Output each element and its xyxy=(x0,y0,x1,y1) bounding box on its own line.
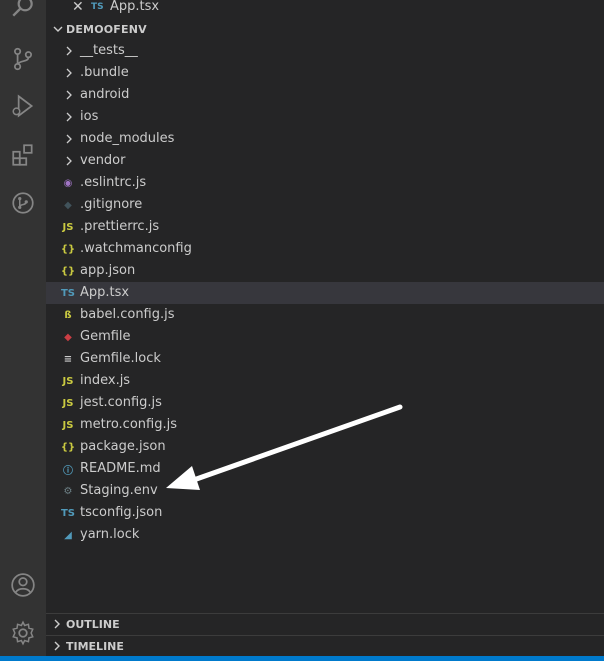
file-label: babel.config.js xyxy=(80,307,175,322)
tsconfig-icon: TS xyxy=(60,507,76,519)
explorer-sidebar: ✕ TS App.tsx DEMOOFENV __tests__ .bundle a… xyxy=(46,0,604,656)
ruby-icon: ◆ xyxy=(64,331,72,343)
file-item[interactable]: {} package.json xyxy=(46,436,604,458)
status-bar xyxy=(0,656,604,661)
eslint-icon: ◉ xyxy=(63,177,73,189)
file-item[interactable]: {} .watchmanconfig xyxy=(46,238,604,260)
settings-gear-icon[interactable] xyxy=(8,618,38,648)
folder-item[interactable]: ios xyxy=(46,106,604,128)
file-label: App.tsx xyxy=(80,285,130,300)
js-icon: JS xyxy=(62,221,74,233)
file-item[interactable]: ◉ .eslintrc.js xyxy=(46,172,604,194)
folder-label: ios xyxy=(80,109,99,124)
gear-icon: ⚙ xyxy=(63,485,73,497)
file-item[interactable]: JS jest.config.js xyxy=(46,392,604,414)
folder-item[interactable]: vendor xyxy=(46,150,604,172)
git-icon: ◆ xyxy=(64,199,72,211)
search-icon[interactable] xyxy=(8,0,38,22)
file-item[interactable]: TS tsconfig.json xyxy=(46,502,604,524)
extensions-icon[interactable] xyxy=(8,140,38,170)
file-item[interactable]: ◆ Gemfile xyxy=(46,326,604,348)
file-label: README.md xyxy=(80,461,161,476)
file-item[interactable]: {} app.json xyxy=(46,260,604,282)
folder-item[interactable]: __tests__ xyxy=(46,40,604,62)
chevron-right-icon xyxy=(54,641,60,651)
file-label: .watchmanconfig xyxy=(80,241,192,256)
file-item[interactable]: ⓘ README.md xyxy=(46,458,604,480)
file-item[interactable]: ß babel.config.js xyxy=(46,304,604,326)
chevron-right-icon xyxy=(66,68,72,78)
chevron-right-icon xyxy=(54,619,60,629)
chevron-right-icon xyxy=(66,112,72,122)
outline-title: OUTLINE xyxy=(66,618,120,631)
js-icon: JS xyxy=(62,375,74,387)
remote-icon[interactable] xyxy=(8,188,38,218)
file-item[interactable]: JS .prettierrc.js xyxy=(46,216,604,238)
folder-label: .bundle xyxy=(80,65,129,80)
chevron-right-icon xyxy=(66,46,72,56)
timeline-section-header[interactable]: TIMELINE xyxy=(46,635,604,658)
file-label: app.json xyxy=(80,263,136,278)
json-icon: {} xyxy=(60,441,76,453)
activity-bar xyxy=(0,0,46,661)
close-icon[interactable]: ✕ xyxy=(72,0,84,15)
yarn-icon: ◢ xyxy=(64,529,72,541)
open-editor-item[interactable]: ✕ TS App.tsx xyxy=(46,0,604,17)
js-icon: JS xyxy=(62,397,74,409)
file-label: yarn.lock xyxy=(80,527,140,542)
lines-icon: ≡ xyxy=(63,353,73,365)
js-icon: JS xyxy=(62,419,74,431)
file-label: metro.config.js xyxy=(80,417,177,432)
account-icon[interactable] xyxy=(8,570,38,600)
info-icon: ⓘ xyxy=(63,465,73,477)
file-item[interactable]: JS index.js xyxy=(46,370,604,392)
json-icon: {} xyxy=(60,243,76,255)
explorer-folder-header[interactable]: DEMOOFENV xyxy=(46,19,604,41)
folder-label: __tests__ xyxy=(80,43,138,58)
file-label: Gemfile.lock xyxy=(80,351,161,366)
folder-label: android xyxy=(80,87,130,102)
file-item[interactable]: ⚙ Staging.env xyxy=(46,480,604,502)
timeline-title: TIMELINE xyxy=(66,640,124,653)
chevron-right-icon xyxy=(66,156,72,166)
file-item[interactable]: JS metro.config.js xyxy=(46,414,604,436)
source-control-icon[interactable] xyxy=(8,44,38,74)
json-icon: {} xyxy=(60,265,76,277)
file-label: package.json xyxy=(80,439,166,454)
chevron-right-icon xyxy=(66,134,72,144)
file-label: index.js xyxy=(80,373,131,388)
file-item[interactable]: ◆ .gitignore xyxy=(46,194,604,216)
folder-item[interactable]: android xyxy=(46,84,604,106)
file-label: .prettierrc.js xyxy=(80,219,160,234)
folder-label: node_modules xyxy=(80,131,175,146)
file-label: Staging.env xyxy=(80,483,158,498)
outline-section-header[interactable]: OUTLINE xyxy=(46,613,604,636)
chevron-right-icon xyxy=(66,90,72,100)
chevron-down-icon xyxy=(53,26,63,32)
run-debug-icon[interactable] xyxy=(8,91,38,121)
explorer-folder-title: DEMOOFENV xyxy=(66,23,147,36)
file-item[interactable]: ◢ yarn.lock xyxy=(46,524,604,546)
file-label: Gemfile xyxy=(80,329,131,344)
ts-icon: TS xyxy=(60,287,76,299)
file-item[interactable]: ≡ Gemfile.lock xyxy=(46,348,604,370)
babel-icon: ß xyxy=(64,309,72,321)
typescript-file-icon: TS xyxy=(91,2,104,12)
file-item-selected[interactable]: TS App.tsx xyxy=(46,282,604,304)
file-label: tsconfig.json xyxy=(80,505,163,520)
file-label: jest.config.js xyxy=(80,395,162,410)
folder-item[interactable]: .bundle xyxy=(46,62,604,84)
folder-label: vendor xyxy=(80,153,126,168)
file-label: .gitignore xyxy=(80,197,143,212)
open-editor-label: App.tsx xyxy=(110,0,160,14)
file-label: .eslintrc.js xyxy=(80,175,147,190)
folder-item[interactable]: node_modules xyxy=(46,128,604,150)
